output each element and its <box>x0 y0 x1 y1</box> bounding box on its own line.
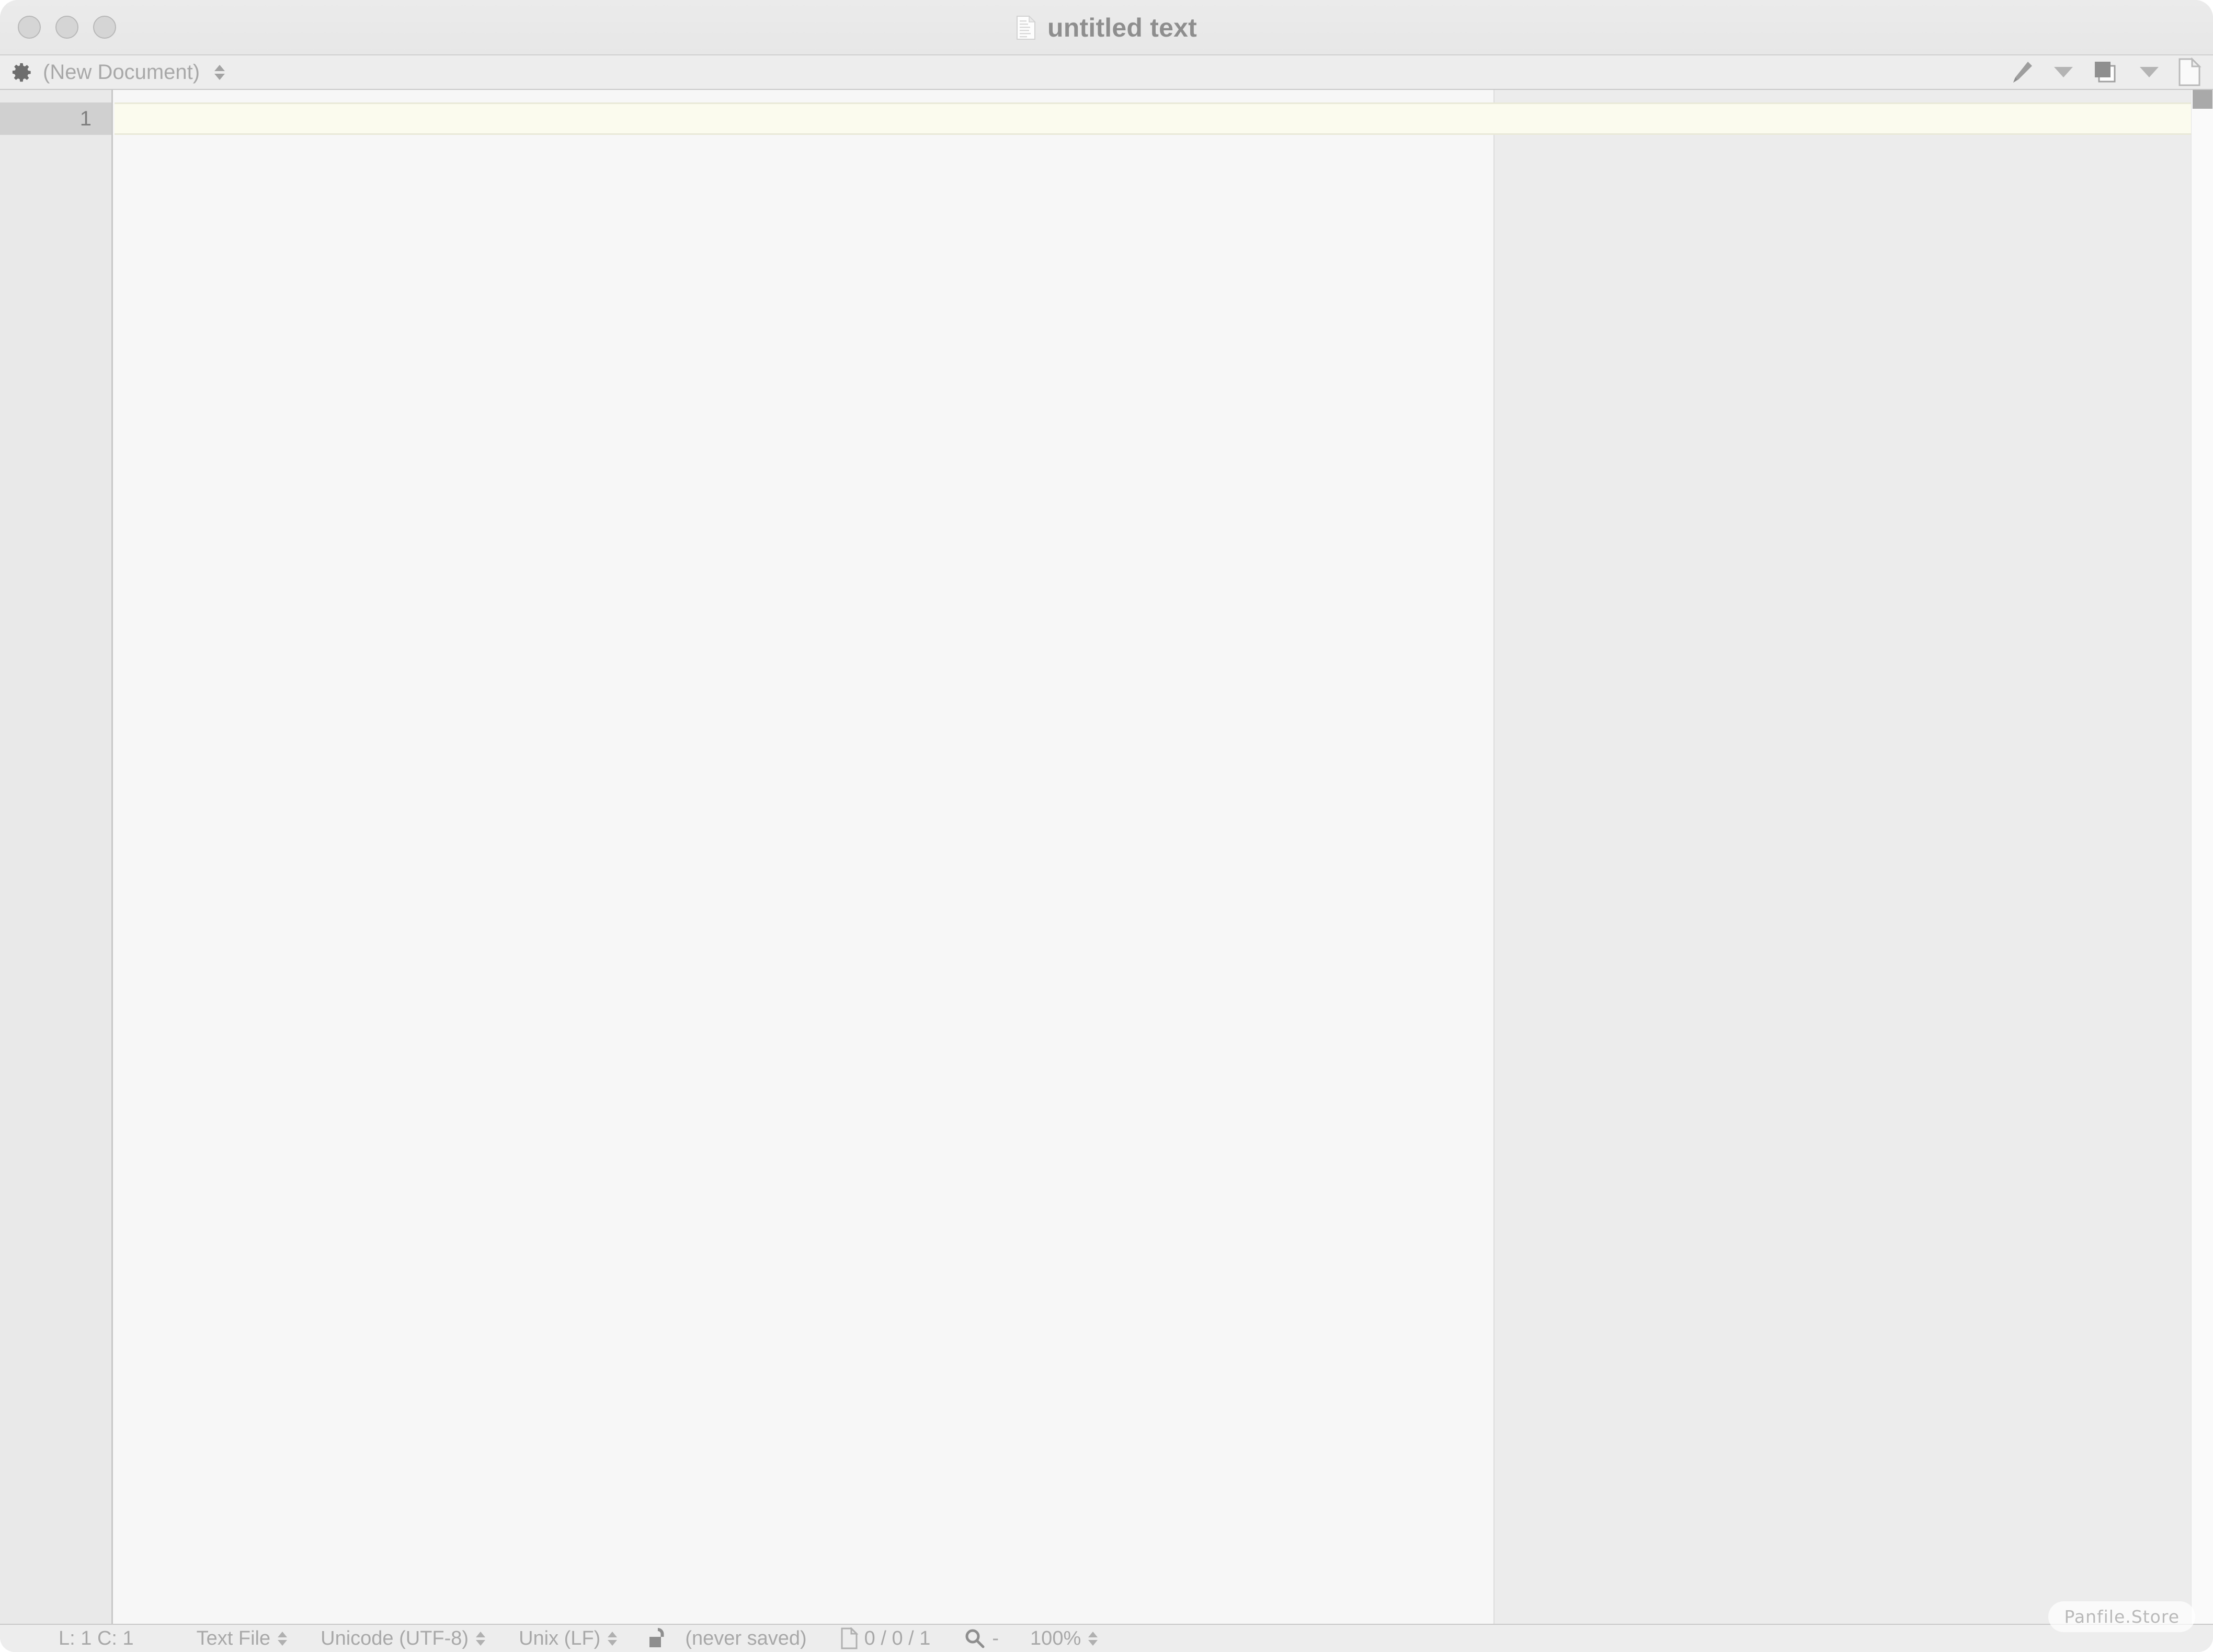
save-state: (never saved) <box>685 1627 807 1649</box>
search-indicator[interactable]: - <box>964 1627 999 1650</box>
unlocked-padlock-icon <box>649 1628 664 1647</box>
window-title: untitled text <box>1047 13 1197 42</box>
zoom-stepper[interactable] <box>1088 1631 1098 1646</box>
pen-tool-button[interactable] <box>2008 55 2035 89</box>
gear-icon[interactable] <box>12 62 31 82</box>
chevron-down-icon <box>608 1639 618 1646</box>
chevron-down-icon <box>278 1639 288 1646</box>
search-value: - <box>992 1627 999 1649</box>
magnifier-icon <box>965 1629 985 1648</box>
watermark: Panfile.Store <box>2048 1601 2195 1632</box>
status-bar: L: 1 C: 1 Text File Unicode (UTF-8) Unix… <box>0 1624 2213 1652</box>
document-icon <box>841 1627 858 1649</box>
toolbar: (New Document) <box>0 55 2213 90</box>
lock-toggle[interactable] <box>646 1626 669 1650</box>
document-stats: 0 / 0 / 1 <box>840 1627 931 1650</box>
chevron-down-icon <box>476 1639 486 1646</box>
chevron-up-icon <box>214 64 225 71</box>
editor-area: 1 <box>0 90 2213 1624</box>
title-center: untitled text <box>0 0 2213 55</box>
chevron-up-icon <box>476 1631 486 1637</box>
app-window: untitled text (New Document) 1 L: 1 C: 1… <box>0 0 2213 1652</box>
line-ending-label: Unix (LF) <box>519 1627 601 1649</box>
page-width-guide <box>115 90 1495 1624</box>
vertical-scrollbar-thumb[interactable] <box>2193 90 2212 109</box>
document-selector-stepper[interactable] <box>214 64 225 80</box>
chevron-up-icon <box>1088 1631 1098 1637</box>
file-type-selector[interactable]: Text File <box>196 1627 288 1650</box>
chevron-up-icon <box>608 1631 618 1637</box>
line-ending-selector[interactable]: Unix (LF) <box>519 1627 618 1650</box>
toolbar-right-group <box>2008 55 2201 89</box>
text-caret <box>120 104 121 129</box>
vertical-scrollbar[interactable] <box>2191 90 2213 1624</box>
chevron-down-icon <box>2140 67 2159 77</box>
file-type-label: Text File <box>196 1627 271 1649</box>
text-editor-canvas[interactable] <box>115 90 2213 1624</box>
encoding-selector[interactable]: Unicode (UTF-8) <box>321 1627 486 1650</box>
new-document-button[interactable] <box>2177 55 2201 89</box>
encoding-label: Unicode (UTF-8) <box>321 1627 469 1649</box>
chevron-down-icon <box>1088 1639 1098 1646</box>
documents-options-chevron[interactable] <box>2140 55 2159 89</box>
zoom-selector[interactable]: 100% <box>1030 1627 1098 1650</box>
file-type-stepper[interactable] <box>278 1631 288 1646</box>
title-bar: untitled text <box>0 0 2213 55</box>
chevron-down-icon <box>2054 67 2073 77</box>
line-number-gutter: 1 <box>0 90 113 1624</box>
cursor-position: L: 1 C: 1 <box>59 1627 134 1649</box>
documents-button[interactable] <box>2092 55 2121 89</box>
toolbar-left-group: (New Document) <box>12 55 225 89</box>
pen-options-chevron[interactable] <box>2054 55 2073 89</box>
encoding-stepper[interactable] <box>476 1631 486 1646</box>
gutter-line-number[interactable]: 1 <box>0 102 111 135</box>
document-icon <box>1016 15 1036 40</box>
document-stats-label: 0 / 0 / 1 <box>864 1627 931 1649</box>
current-line-highlight <box>115 102 2213 135</box>
document-selector-label[interactable]: (New Document) <box>43 61 200 84</box>
chevron-up-icon <box>278 1631 288 1637</box>
zoom-level-label: 100% <box>1030 1627 1081 1649</box>
line-ending-stepper[interactable] <box>608 1631 618 1646</box>
chevron-down-icon <box>214 73 225 80</box>
